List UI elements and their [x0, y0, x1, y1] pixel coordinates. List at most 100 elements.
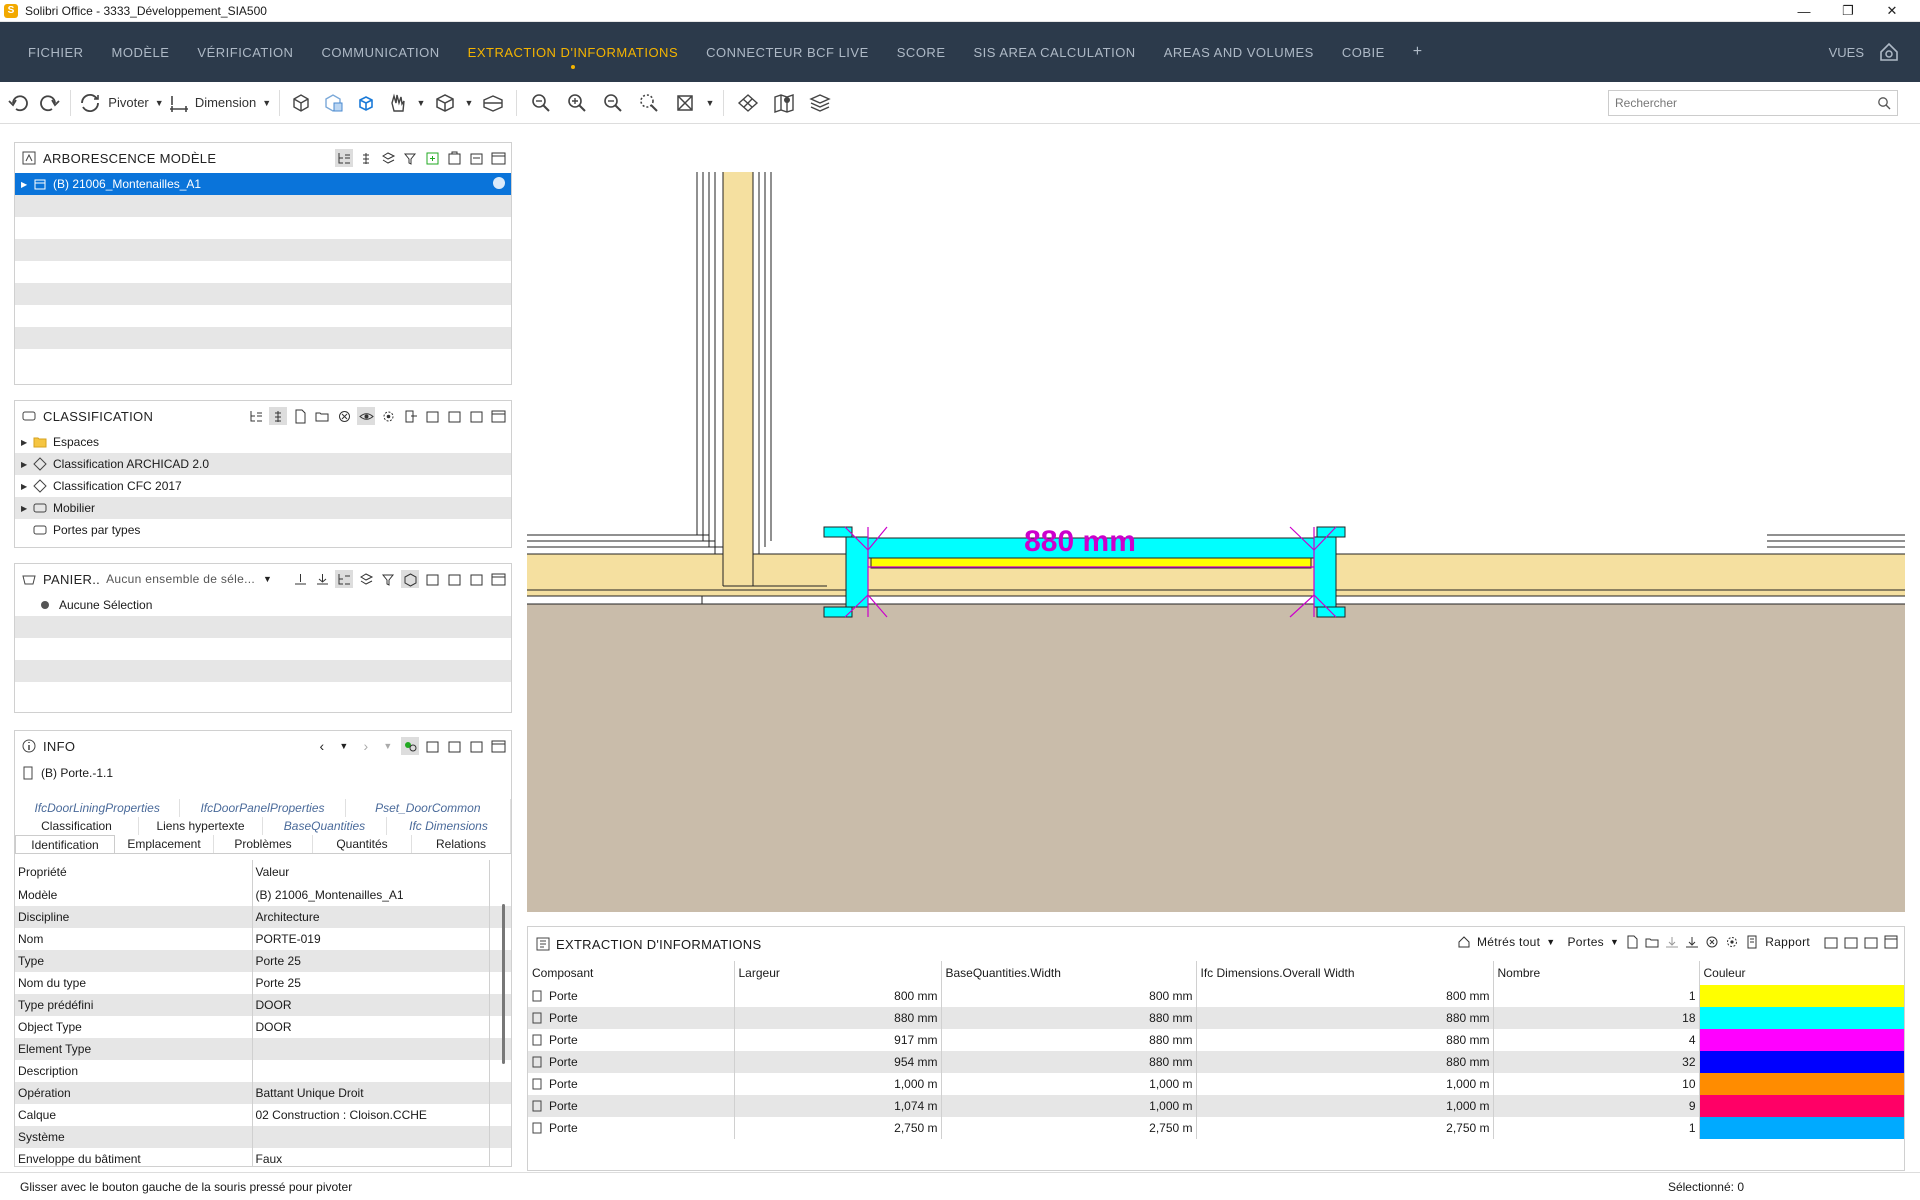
property-row[interactable]: Système: [15, 1126, 511, 1148]
search-input[interactable]: Rechercher: [1608, 90, 1898, 116]
clear-icon[interactable]: [467, 737, 485, 755]
remove-item-icon[interactable]: [423, 737, 441, 755]
tree-type-icon[interactable]: [269, 407, 287, 425]
zoom-in-icon[interactable]: [559, 88, 595, 118]
classification-item[interactable]: Portes par types: [15, 519, 511, 541]
property-row[interactable]: Calque 02 Construction : Cloison.CCHE: [15, 1104, 511, 1126]
extraction-row[interactable]: Porte 800 mm 800 mm 800 mm 1: [528, 985, 1904, 1007]
color-swatch[interactable]: [1699, 1007, 1904, 1029]
takeoff-set-dropdown[interactable]: Portes: [1568, 935, 1604, 949]
download-icon[interactable]: [313, 570, 331, 588]
property-row[interactable]: Modèle (B) 21006_Montenailles_A1: [15, 884, 511, 906]
show-all-components-icon[interactable]: [286, 88, 318, 118]
property-row[interactable]: Type Porte 25: [15, 950, 511, 972]
back-arrow-icon[interactable]: ‹: [313, 737, 331, 755]
property-row[interactable]: Discipline Architecture: [15, 906, 511, 928]
zoom-selection-icon[interactable]: [631, 88, 667, 118]
tab-liens-hypertexte[interactable]: Liens hypertexte: [139, 817, 263, 835]
property-row[interactable]: Enveloppe du bâtiment Faux: [15, 1148, 511, 1166]
tree-hierarchy-icon[interactable]: [335, 570, 353, 588]
color-swatch[interactable]: [1699, 1051, 1904, 1073]
tab-relations[interactable]: Relations: [412, 835, 511, 853]
remove-item-icon[interactable]: [445, 737, 463, 755]
open-folder-icon[interactable]: [313, 407, 331, 425]
expand-arrow-icon[interactable]: ▶: [21, 482, 33, 491]
import-icon[interactable]: [1665, 935, 1679, 949]
tree-type-icon[interactable]: [357, 149, 375, 167]
tab-ifcdoorpanelproperties[interactable]: IfcDoorPanelProperties: [180, 799, 346, 817]
tree-hierarchy-icon[interactable]: [335, 149, 353, 167]
maximize-panel-icon[interactable]: [489, 149, 507, 167]
chevron-down-icon[interactable]: ▼: [414, 88, 428, 118]
extraction-row[interactable]: Porte 917 mm 880 mm 880 mm 4: [528, 1029, 1904, 1051]
tab-classification[interactable]: Classification: [15, 817, 139, 835]
chevron-down-icon[interactable]: ▼: [263, 574, 272, 584]
column-header-basequantities-width[interactable]: BaseQuantities.Width: [941, 961, 1197, 985]
remove-item-icon[interactable]: [445, 149, 463, 167]
tree-filter-icon[interactable]: [379, 570, 397, 588]
tab-identification[interactable]: Identification: [15, 835, 115, 853]
chevron-down-icon[interactable]: ▼: [379, 737, 397, 755]
color-swatch[interactable]: [1699, 1117, 1904, 1139]
layers-icon[interactable]: [802, 88, 838, 118]
new-file-icon[interactable]: [1625, 935, 1639, 949]
settings-icon[interactable]: [379, 407, 397, 425]
column-header-overall-width[interactable]: Ifc Dimensions.Overall Width: [1196, 961, 1494, 985]
remove-item-icon[interactable]: [1824, 935, 1838, 949]
new-file-icon[interactable]: [291, 407, 309, 425]
property-row[interactable]: Element Type: [15, 1038, 511, 1060]
home-icon[interactable]: [1457, 935, 1471, 949]
chevron-down-icon[interactable]: ▼: [703, 88, 717, 118]
download-icon[interactable]: [291, 570, 309, 588]
extraction-row[interactable]: Porte 1,074 m 1,000 m 1,000 m9: [528, 1095, 1904, 1117]
clear-icon[interactable]: [467, 570, 485, 588]
search-icon[interactable]: [1877, 96, 1891, 110]
color-swatch[interactable]: [1699, 1073, 1904, 1095]
model-tree-root-item[interactable]: ▶ (B) 21006_Montenailles_A1: [15, 173, 511, 195]
property-row[interactable]: Nom PORTE-019: [15, 928, 511, 950]
hand-pick-icon[interactable]: [382, 88, 414, 118]
close-circle-icon[interactable]: [1705, 935, 1719, 949]
maximize-panel-icon[interactable]: [1884, 935, 1898, 949]
house-icon[interactable]: [1878, 41, 1900, 63]
extraction-row[interactable]: Porte 954 mm 880 mm 880 mm 32: [528, 1051, 1904, 1073]
extraction-row[interactable]: Porte 1,000 m 1,000 m 1,000 m 10: [528, 1073, 1904, 1095]
column-header-nombre[interactable]: Nombre: [1493, 961, 1700, 985]
property-row[interactable]: Object Type DOOR: [15, 1016, 511, 1038]
menu-cobie[interactable]: COBIE: [1342, 45, 1385, 60]
view-cube-icon[interactable]: [428, 88, 462, 118]
tab-pset-doorcommon[interactable]: Pset_DoorCommon: [346, 799, 511, 817]
property-row[interactable]: Opération Battant Unique Droit: [15, 1082, 511, 1104]
section-box-icon[interactable]: [476, 88, 510, 118]
property-row[interactable]: Description: [15, 1060, 511, 1082]
color-swatch[interactable]: [1699, 1029, 1904, 1051]
classification-item[interactable]: ▶ Classification ARCHICAD 2.0: [15, 453, 511, 475]
zoom-fit-icon[interactable]: [523, 88, 559, 118]
chevron-down-icon[interactable]: ▼: [1546, 937, 1555, 947]
tab-ifcdoorliningproperties[interactable]: IfcDoorLiningProperties: [15, 799, 181, 817]
undo-icon[interactable]: [4, 88, 34, 118]
clear-icon[interactable]: [467, 407, 485, 425]
selection-set-dropdown[interactable]: Aucun ensemble de séle...: [106, 572, 255, 586]
cube-icon[interactable]: [401, 570, 419, 588]
menu-fichier[interactable]: FICHIER: [28, 45, 84, 60]
add-item-icon[interactable]: [423, 149, 441, 167]
menu-vues[interactable]: VUES: [1829, 45, 1864, 60]
close-button[interactable]: ✕: [1870, 0, 1914, 22]
minimize-button[interactable]: —: [1782, 0, 1826, 22]
column-header-property[interactable]: Propriété: [15, 860, 253, 884]
menu-extraction-informations[interactable]: EXTRACTION D'INFORMATIONS: [468, 45, 678, 69]
map-icon[interactable]: [766, 88, 802, 118]
chevron-down-icon[interactable]: ▼: [335, 737, 353, 755]
tab-basequantities[interactable]: BaseQuantities: [263, 817, 387, 835]
remove-item-icon[interactable]: [445, 570, 463, 588]
3d-viewport[interactable]: 880 mm: [527, 145, 1905, 912]
maximize-panel-icon[interactable]: [489, 570, 507, 588]
color-swatch[interactable]: [1699, 985, 1904, 1007]
expand-arrow-icon[interactable]: ▶: [21, 438, 33, 447]
classification-item[interactable]: ▶ Classification CFC 2017: [15, 475, 511, 497]
expand-arrow-icon[interactable]: ▶: [21, 504, 33, 513]
link-icon[interactable]: [401, 737, 419, 755]
tab-ifc-dimensions[interactable]: Ifc Dimensions: [387, 817, 511, 835]
rotate-button[interactable]: Pivoter ▼: [77, 88, 165, 118]
